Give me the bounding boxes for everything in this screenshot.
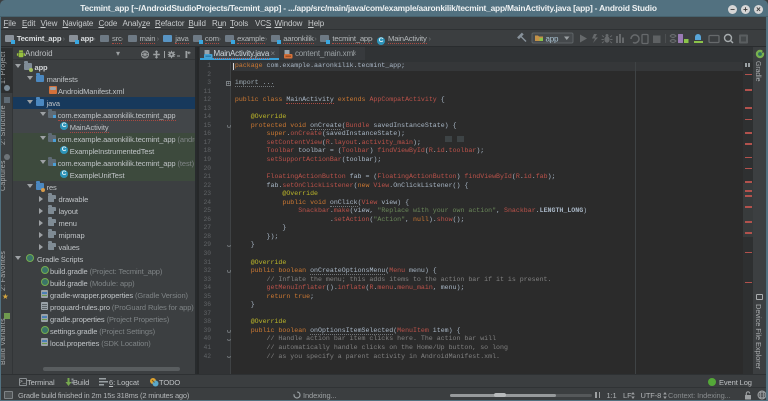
svg-text:app: app [546,35,559,44]
